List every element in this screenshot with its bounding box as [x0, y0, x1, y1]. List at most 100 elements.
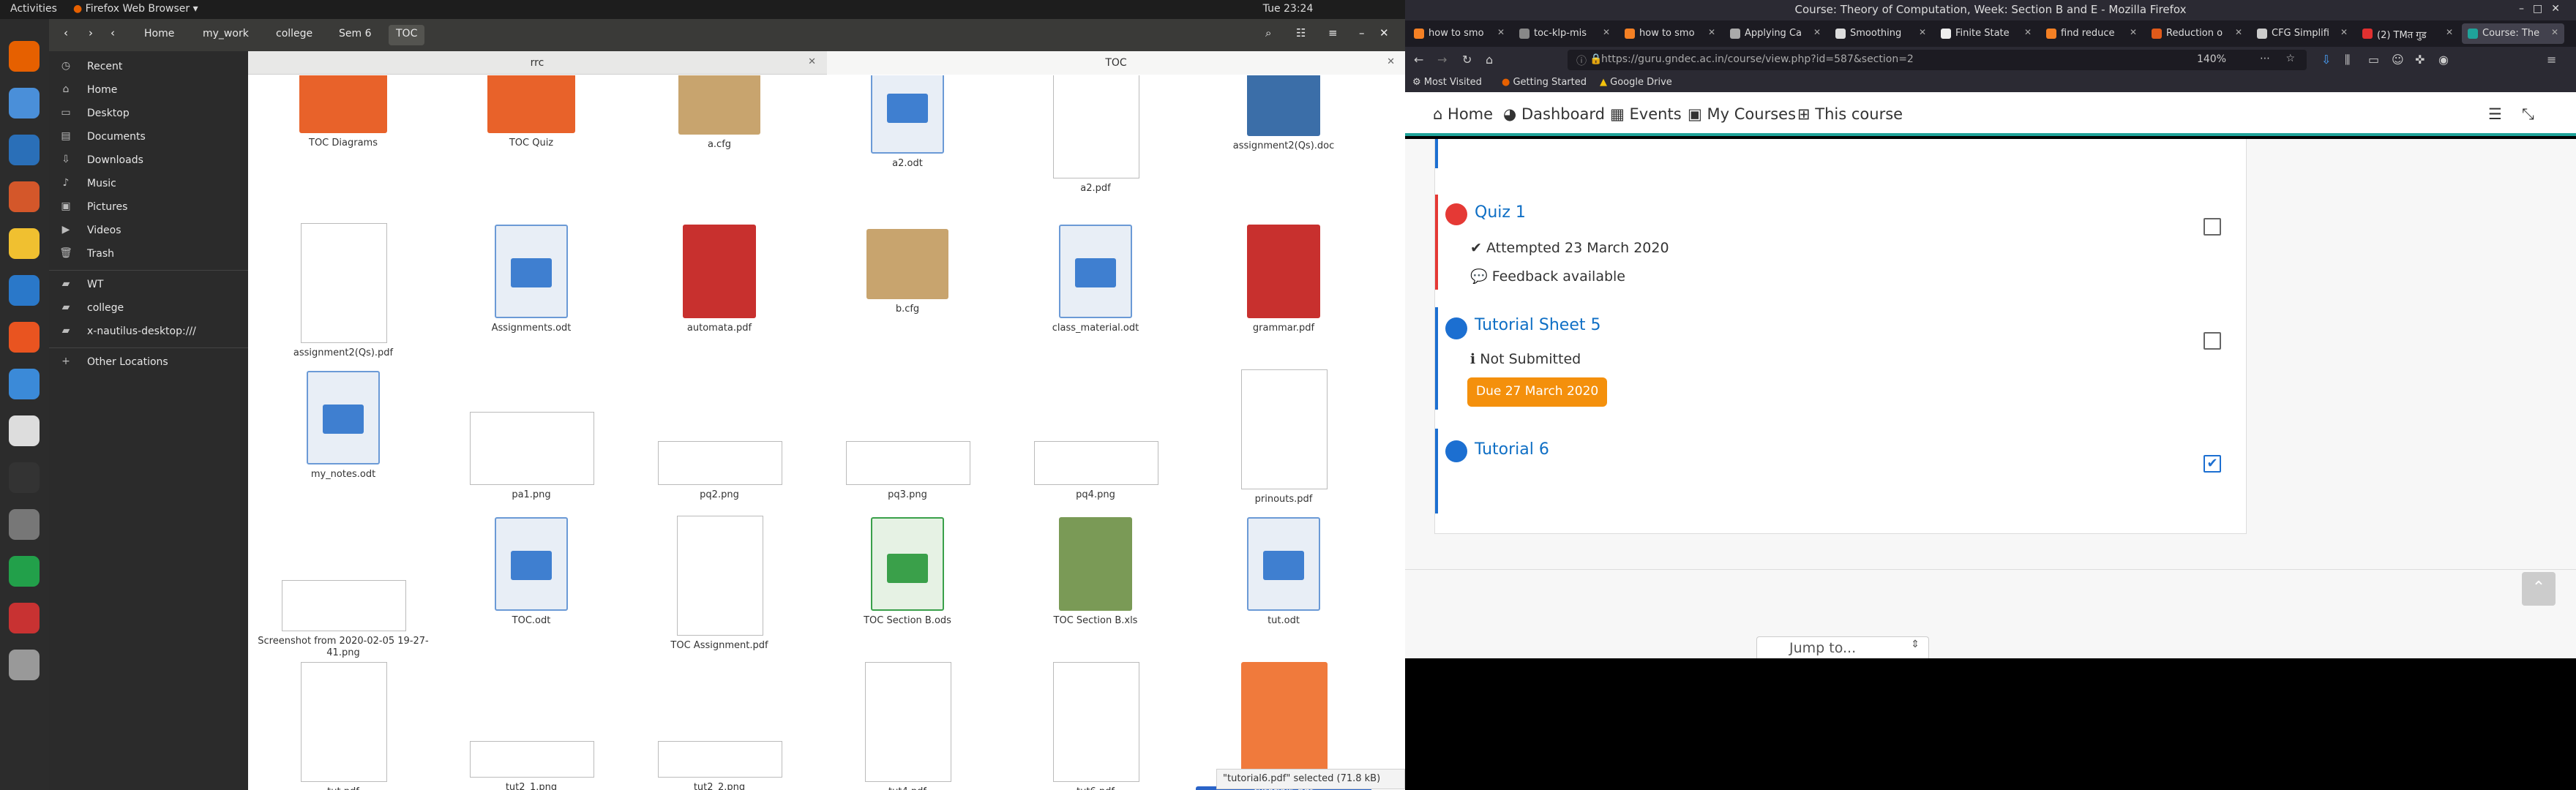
close-icon[interactable]: ✕ [2551, 27, 2558, 37]
app-grid-icon[interactable] [9, 750, 40, 781]
path-left-icon[interactable]: ‹ [111, 26, 115, 40]
back-to-top-button[interactable]: ⌃ [2522, 572, 2556, 606]
library-icon[interactable]: ⫼ [2345, 53, 2350, 67]
rhythmbox-icon[interactable] [9, 228, 40, 259]
breadcrumb-item[interactable]: Home [137, 25, 181, 45]
bookmark-star-icon[interactable]: ☆ [2285, 53, 2295, 64]
jump-to-select[interactable]: Jump to... ⇕ [1756, 636, 1929, 658]
close-icon[interactable]: ✕ [1919, 27, 1926, 37]
chromium-icon[interactable] [9, 88, 40, 118]
close-icon[interactable]: ✕ [1708, 27, 1715, 37]
file-item[interactable]: tut.odt [1196, 514, 1371, 653]
file-item[interactable]: class_material.odt [1008, 222, 1183, 361]
file-item[interactable]: tut4.pdf [820, 661, 995, 790]
close-icon[interactable]: ✕ [2340, 27, 2348, 37]
file-item[interactable]: TOC Diagrams [255, 75, 431, 196]
amazon-icon[interactable] [9, 415, 40, 446]
nav-dashboard[interactable]: ◕ Dashboard [1503, 105, 1605, 123]
activity-title-quiz-1[interactable]: Quiz 1 [1475, 203, 1526, 222]
back-icon[interactable]: ‹ [64, 26, 68, 40]
pdf-reader-icon[interactable] [9, 603, 40, 633]
nav-events[interactable]: ▦ Events [1610, 105, 1682, 123]
file-item[interactable]: my_notes.odt [255, 368, 431, 507]
nav-my-courses[interactable]: ▣ My Courses [1688, 105, 1796, 123]
forward-icon[interactable]: › [89, 26, 93, 40]
close-icon[interactable]: ✕ [2130, 27, 2137, 37]
file-item[interactable]: assignment2(Qs).pdf [255, 222, 431, 361]
view-options-icon[interactable]: ☷ [1296, 26, 1306, 40]
file-item[interactable]: tut6.pdf [1008, 661, 1183, 790]
extension-icon[interactable]: ◉ [2438, 53, 2449, 67]
browser-tab[interactable]: Finite State ✕ [1935, 23, 2037, 44]
sidebar-item-pictures[interactable]: ▣ Pictures [58, 198, 241, 218]
file-item[interactable]: tut2_1.png [443, 661, 619, 790]
home-icon[interactable]: ⌂ [1486, 53, 1493, 67]
close-icon[interactable]: ✕ [1603, 27, 1610, 37]
close-icon[interactable]: ✕ [1813, 27, 1821, 37]
breadcrumb-item[interactable]: TOC [389, 25, 425, 45]
extension-icon[interactable]: ✜ [2415, 53, 2425, 67]
breadcrumb-item[interactable]: my_work [195, 25, 256, 45]
completion-checkbox[interactable] [2204, 332, 2221, 350]
libreoffice-impress-icon[interactable] [9, 181, 40, 212]
browser-tab[interactable]: toc-klp-mis ✕ [1513, 23, 1616, 44]
fullscreen-exit-icon[interactable]: ⤡ [2522, 105, 2534, 124]
file-item[interactable]: TOC Assignment.pdf [632, 514, 807, 653]
close-icon[interactable]: ✕ [2235, 27, 2242, 37]
file-item[interactable]: Assignments.odt [443, 222, 619, 361]
sidebar-item-wt[interactable]: ▰ WT [58, 275, 241, 296]
file-item[interactable]: pq3.png [820, 368, 995, 507]
back-icon[interactable]: ← [1414, 53, 1423, 67]
sidebar-item-downloads[interactable]: ⇩ Downloads [58, 151, 241, 171]
file-item[interactable]: a2.odt [820, 75, 995, 196]
account-icon[interactable]: ☺ [2392, 53, 2404, 67]
clock[interactable]: Tue 23:24 [1226, 3, 1350, 15]
file-item[interactable]: TOC.odt [443, 514, 619, 653]
nav-home[interactable]: ⌂ Home [1433, 105, 1493, 123]
tab-toc[interactable]: TOC ✕ [827, 51, 1405, 75]
forward-icon[interactable]: → [1437, 53, 1447, 67]
sidebar-item-documents[interactable]: ▤ Documents [58, 127, 241, 148]
file-item[interactable]: tut.pdf [255, 661, 431, 790]
breadcrumb-item[interactable]: college [269, 25, 320, 45]
window-controls[interactable]: –□✕ [2519, 3, 2569, 15]
sidebar-item-home[interactable]: ⌂ Home [58, 80, 241, 101]
browser-tab[interactable]: how to smo ✕ [1408, 23, 1510, 44]
help-icon[interactable] [9, 369, 40, 399]
close-icon[interactable]: ✕ [808, 56, 816, 67]
file-item[interactable]: prinouts.pdf [1196, 368, 1371, 507]
file-item[interactable]: pq4.png [1008, 368, 1183, 507]
url-bar[interactable]: ⓘ 🔒 https://guru.gndec.ac.in/course/view… [1568, 50, 2307, 70]
file-item[interactable]: automata.pdf [632, 222, 807, 361]
bookmark-google-drive[interactable]: ▲ Google Drive [1600, 77, 1672, 88]
page-actions-icon[interactable]: ⋯ [2260, 53, 2270, 64]
close-icon[interactable]: ✕ [1497, 27, 1505, 37]
terminal-icon[interactable] [9, 462, 40, 493]
activity-title-tutorial-sheet-5[interactable]: Tutorial Sheet 5 [1475, 316, 1600, 334]
blocks-toggle-icon[interactable]: ☰ [2488, 105, 2502, 123]
sidebar-icon[interactable]: ▭ [2368, 53, 2379, 67]
firefox-icon[interactable] [9, 41, 40, 72]
file-item[interactable]: assignment2(Qs).doc [1196, 75, 1371, 196]
sidebar-item-music[interactable]: ♪ Music [58, 174, 241, 195]
browser-tab[interactable]: how to smo ✕ [1619, 23, 1721, 44]
sidebar-item-recent[interactable]: ◷ Recent [58, 57, 241, 78]
breadcrumb-item[interactable]: Sem 6 [332, 25, 379, 45]
file-item[interactable]: tut2_2.png [632, 661, 807, 790]
search-icon[interactable]: ⌕ [1265, 26, 1271, 40]
settings-icon[interactable] [9, 650, 40, 680]
close-icon[interactable]: ✕ [2024, 27, 2032, 37]
menu-icon[interactable]: ≡ [1328, 26, 1338, 40]
file-item[interactable]: TOC Section B.xls [1008, 514, 1183, 653]
libreoffice-calc-icon[interactable] [9, 556, 40, 587]
close-icon[interactable]: ✕ [1379, 26, 1389, 40]
sidebar-item-videos[interactable]: ▶ Videos [58, 221, 241, 241]
browser-tab[interactable]: Applying Ca ✕ [1724, 23, 1827, 44]
file-item[interactable]: a.cfg [632, 75, 807, 196]
minimize-icon[interactable]: – [2519, 3, 2533, 15]
close-icon[interactable]: ✕ [2551, 3, 2569, 15]
zoom-level[interactable]: 140% [2197, 53, 2226, 65]
completion-checkbox[interactable] [2204, 218, 2221, 236]
file-item[interactable]: TOC Quiz [443, 75, 619, 196]
activities-button[interactable]: Activities [10, 3, 57, 15]
